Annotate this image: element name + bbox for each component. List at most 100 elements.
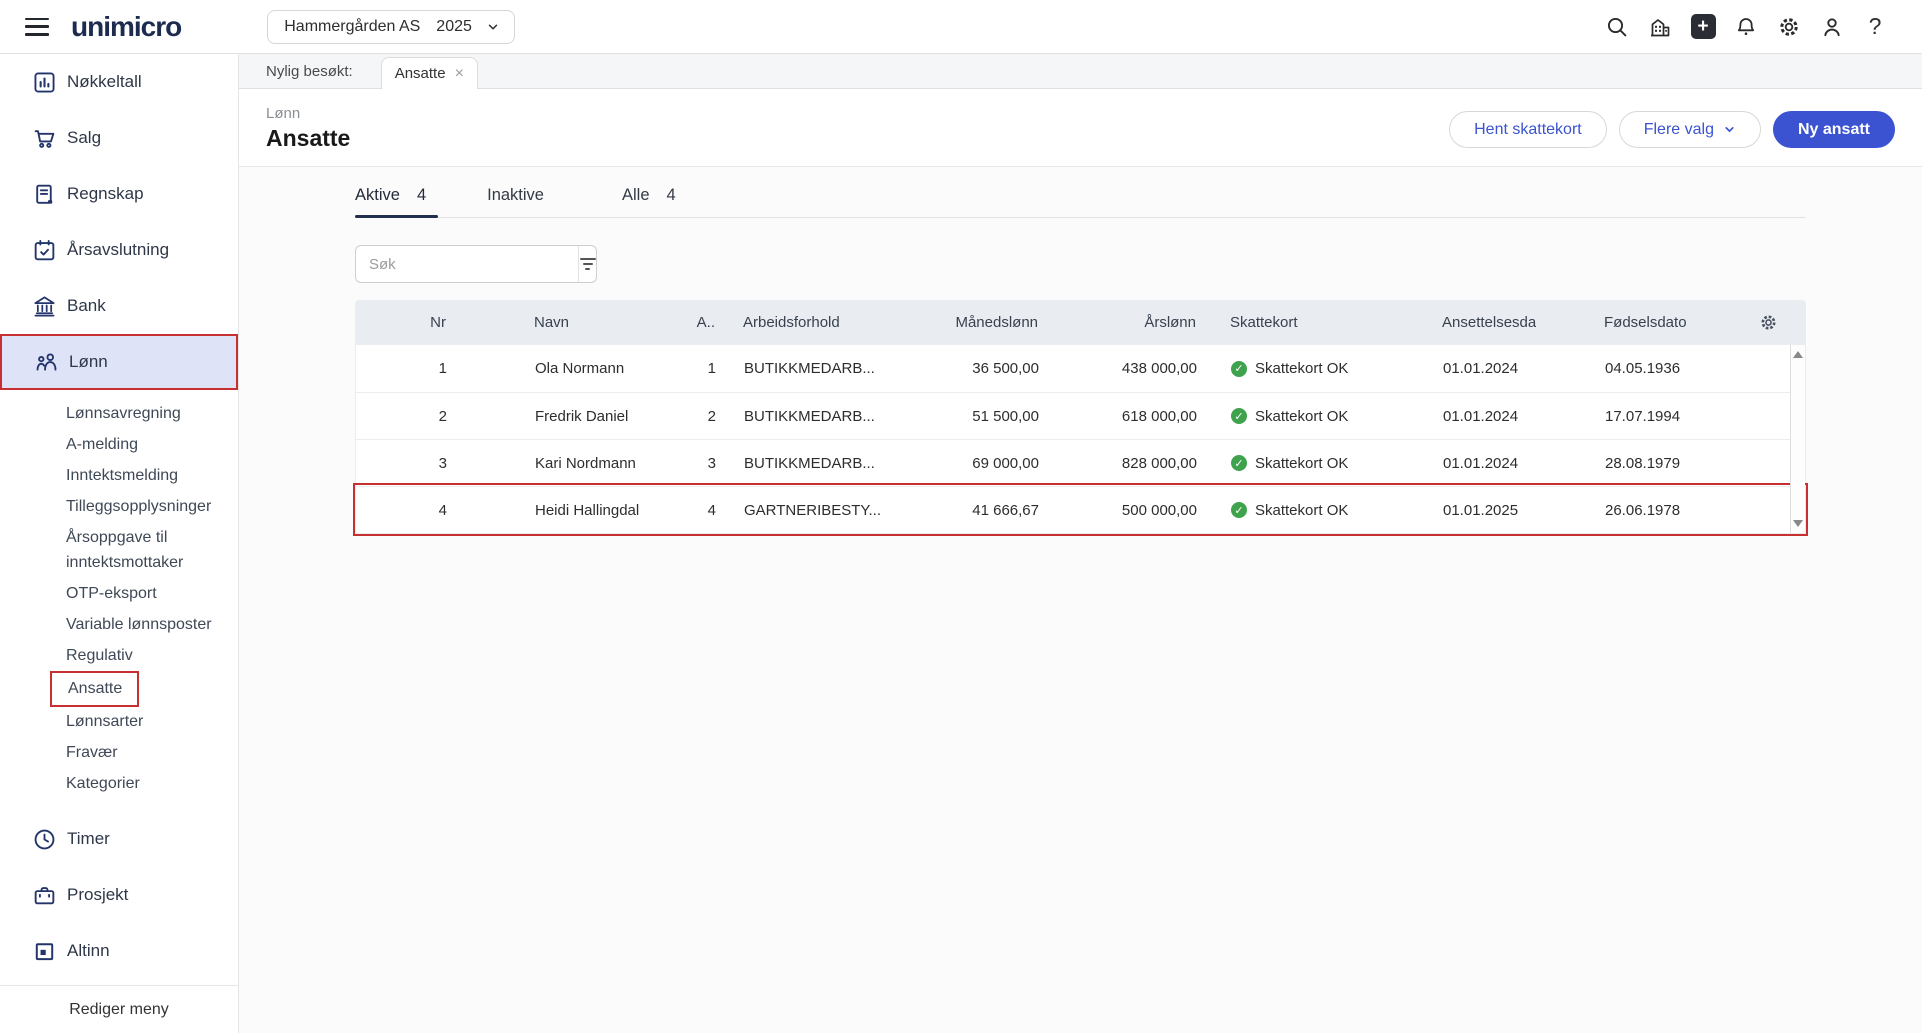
people-icon <box>33 349 59 375</box>
search-icon[interactable] <box>1604 14 1630 40</box>
col-header-arslonn[interactable]: Årslønn <box>1038 314 1196 331</box>
filter-button[interactable] <box>578 246 596 282</box>
user-icon[interactable] <box>1819 14 1845 40</box>
fetch-taxcards-button[interactable]: Hent skattekort <box>1449 111 1607 148</box>
cell-arslonn: 438 000,00 <box>1039 360 1197 377</box>
employee-table: Nr Navn A.. Arbeidsforhold Månedslønn År… <box>355 300 1806 534</box>
sidebar-subitem[interactable]: OTP-eksport <box>0 578 238 609</box>
scroll-up-icon[interactable] <box>1793 351 1803 358</box>
sidebar-subitem[interactable]: Kategorier <box>0 768 238 799</box>
sidebar-item-lonn[interactable]: Lønn <box>0 334 238 390</box>
sidebar-item-nokkeltall[interactable]: Nøkkeltall <box>0 54 238 110</box>
new-employee-button[interactable]: Ny ansatt <box>1773 111 1895 148</box>
table-row[interactable]: 3Kari Nordmann3BUTIKKMEDARB...69 000,008… <box>356 439 1805 486</box>
col-header-skattekort[interactable]: Skattekort <box>1196 314 1374 331</box>
cell-fodselsdato: 26.06.1978 <box>1537 502 1687 519</box>
sidebar-item-label: Årsavslutning <box>67 240 169 260</box>
sidebar-subitem[interactable]: A-melding <box>0 429 238 460</box>
sidebar-item-timer[interactable]: Timer <box>0 811 238 867</box>
cell-ansettelsesdato: 01.01.2024 <box>1375 408 1537 425</box>
skattekort-status-label: Skattekort OK <box>1255 360 1348 377</box>
help-glyph: ? <box>1869 13 1882 40</box>
close-icon[interactable]: × <box>455 66 464 82</box>
sidebar-subitem-label: A-melding <box>66 432 138 457</box>
company-selector[interactable]: Hammergården AS 2025 <box>267 10 515 44</box>
table-settings-gear-icon[interactable] <box>1686 313 1806 332</box>
sidebar-subitem[interactable]: Tilleggsopplysninger <box>0 491 238 522</box>
skattekort-status-label: Skattekort OK <box>1255 408 1348 425</box>
search-input[interactable] <box>356 246 578 282</box>
col-header-nr[interactable]: Nr <box>355 314 446 331</box>
page-title: Ansatte <box>266 125 350 152</box>
sidebar-subitem[interactable]: Ansatte <box>0 671 238 706</box>
table-row[interactable]: 2Fredrik Daniel2BUTIKKMEDARB...51 500,00… <box>356 392 1805 439</box>
tab-aktive[interactable]: Aktive 4 <box>355 186 438 217</box>
company-icon[interactable] <box>1647 14 1673 40</box>
recent-tab-label: Ansatte <box>395 65 446 82</box>
sidebar-subitem[interactable]: Variable lønnsposter <box>0 609 238 640</box>
cell-nr: 1 <box>356 360 447 377</box>
table-header: Nr Navn A.. Arbeidsforhold Månedslønn År… <box>355 300 1806 345</box>
sidebar-subitem[interactable]: Regulativ <box>0 640 238 671</box>
settings-icon[interactable] <box>1776 14 1802 40</box>
help-icon[interactable]: ? <box>1862 14 1888 40</box>
cell-navn: Fredrik Daniel <box>447 408 667 425</box>
sidebar-subitem[interactable]: Lønnsarter <box>0 706 238 737</box>
cell-skattekort: ✓Skattekort OK <box>1197 360 1375 377</box>
briefcase-icon <box>31 882 57 908</box>
company-year: 2025 <box>436 18 472 36</box>
cell-ansattnr: 2 <box>667 408 716 425</box>
notifications-icon[interactable] <box>1733 14 1759 40</box>
tab-alle[interactable]: Alle 4 <box>622 186 688 217</box>
tab-count: 4 <box>417 186 426 205</box>
sidebar-subitem[interactable]: Årsoppgave til inntektsmottaker <box>0 522 238 578</box>
scroll-down-icon[interactable] <box>1793 520 1803 527</box>
col-header-navn[interactable]: Navn <box>446 314 666 331</box>
hamburger-menu-icon[interactable] <box>25 18 49 36</box>
sidebar-item-label: Nøkkeltall <box>67 72 142 92</box>
col-header-ansettelsesdato[interactable]: Ansettelsesdato <box>1374 314 1536 331</box>
sidebar-item-regnskap[interactable]: Regnskap <box>0 166 238 222</box>
bank-icon <box>31 293 57 319</box>
add-icon[interactable]: + <box>1690 14 1716 40</box>
sidebar-subitem[interactable]: Lønnsavregning <box>0 398 238 429</box>
col-header-arbeidsforhold[interactable]: Arbeidsforhold <box>715 314 915 331</box>
tab-count: 4 <box>667 186 676 205</box>
page-actions: Hent skattekort Flere valg Ny ansatt <box>1449 111 1895 148</box>
chevron-down-icon <box>1723 123 1736 136</box>
cart-icon <box>31 125 57 151</box>
check-circle-icon: ✓ <box>1231 455 1247 471</box>
recent-tab-ansatte[interactable]: Ansatte × <box>381 57 478 89</box>
sidebar: Nøkkeltall Salg Regnskap Årsavslutning B <box>0 54 239 1033</box>
document-icon <box>31 181 57 207</box>
sidebar-item-salg[interactable]: Salg <box>0 110 238 166</box>
sidebar-item-arsavslutning[interactable]: Årsavslutning <box>0 222 238 278</box>
sidebar-subitem[interactable]: Inntektsmelding <box>0 460 238 491</box>
sidebar-subitem[interactable]: Fravær <box>0 737 238 768</box>
search-box <box>355 245 597 283</box>
edit-menu-button[interactable]: Rediger meny <box>0 985 238 1033</box>
col-header-ansattnr[interactable]: A.. <box>666 314 715 331</box>
sidebar-item-prosjekt[interactable]: Prosjekt <box>0 867 238 923</box>
clock-icon <box>31 826 57 852</box>
table-scrollbar[interactable] <box>1790 345 1805 533</box>
cell-ansettelsesdato: 01.01.2024 <box>1375 360 1537 377</box>
sidebar-subitem-label: Lønnsavregning <box>66 401 181 426</box>
sidebar-item-altinn[interactable]: Altinn <box>0 923 238 979</box>
cell-ansettelsesdato: 01.01.2025 <box>1375 502 1537 519</box>
cell-arslonn: 828 000,00 <box>1039 455 1197 472</box>
cell-arslonn: 618 000,00 <box>1039 408 1197 425</box>
cell-navn: Heidi Hallingdal <box>447 502 667 519</box>
col-header-manedslonn[interactable]: Månedslønn <box>915 314 1038 331</box>
recently-visited-label: Nylig besøkt: <box>266 63 353 80</box>
table-row[interactable]: 1Ola Normann1BUTIKKMEDARB...36 500,00438… <box>356 345 1805 392</box>
cell-ansattnr: 3 <box>667 455 716 472</box>
sidebar-item-bank[interactable]: Bank <box>0 278 238 334</box>
table-row[interactable]: 4Heidi Hallingdal4GARTNERIBESTY...41 666… <box>356 486 1805 533</box>
col-header-fodselsdato[interactable]: Fødselsdato <box>1536 314 1686 331</box>
sidebar-subitem-label: Fravær <box>66 740 118 765</box>
cell-fodselsdato: 04.05.1936 <box>1537 360 1687 377</box>
cell-nr: 2 <box>356 408 447 425</box>
more-options-button[interactable]: Flere valg <box>1619 111 1761 148</box>
tab-inaktive[interactable]: Inaktive <box>487 186 573 217</box>
